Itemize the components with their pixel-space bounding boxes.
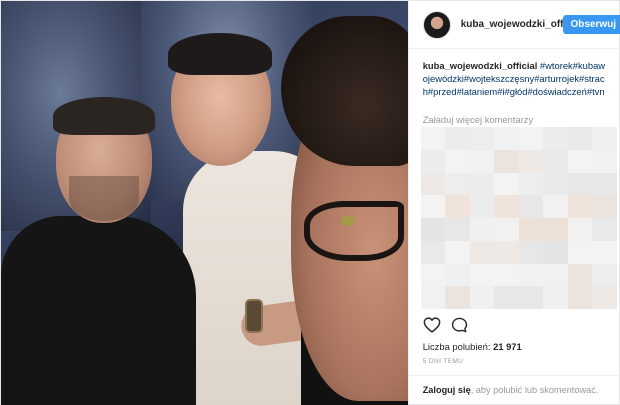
pixelated-tile [420, 195, 446, 218]
left-person-hair [53, 97, 155, 135]
pixelated-tile [567, 195, 593, 218]
load-more-comments-link[interactable]: Załaduj więcej komentarzy [423, 114, 533, 125]
pixelated-tile [592, 172, 617, 196]
pixelated-tile [543, 127, 568, 150]
pixelated-tile [567, 127, 593, 150]
pixelated-tile [567, 172, 593, 196]
pixelated-tile [494, 172, 519, 196]
pixelated-tile [445, 127, 470, 150]
post-photo[interactable] [1, 1, 408, 405]
post-sidebar: kuba_wojewodzki_off Obserwuj kuba_wojewo… [407, 1, 620, 405]
pixelated-tile [494, 195, 519, 218]
wristwatch [245, 299, 263, 333]
pixelated-tile [518, 172, 544, 196]
comment-icon[interactable] [451, 317, 468, 333]
pixelated-tile [420, 240, 446, 264]
pixelated-tile [592, 218, 617, 241]
pixelated-tile [494, 127, 519, 150]
pixelated-tile [445, 263, 470, 287]
pixelated-tile [518, 240, 544, 264]
pixelated-tile [518, 195, 544, 218]
pixelated-tile [592, 195, 617, 218]
pixelated-tile [469, 195, 495, 218]
pixelated-tile [592, 127, 617, 150]
post-caption: kuba_wojewodzki_official #wtorek#kubawoj… [423, 59, 609, 98]
pixelated-tile [420, 149, 446, 173]
pixelated-tile [494, 240, 519, 264]
pixelated-tile [592, 286, 617, 309]
pixelated-tile [494, 286, 519, 309]
pixelated-tile [420, 127, 446, 150]
pixelated-tile [445, 218, 470, 241]
login-prompt-text: , aby polubić lub skomentować. [470, 385, 599, 395]
post-timestamp[interactable]: 5 DNI TEMU [423, 358, 464, 365]
likes-number: 21 971 [493, 341, 522, 352]
pixelated-tile [518, 218, 544, 241]
pixelated-tile [494, 218, 519, 241]
pixelated-tile [420, 286, 446, 309]
likes-count[interactable]: Liczba polubień: 21 971 [423, 341, 522, 352]
left-person-body [1, 216, 196, 405]
pixelated-tile [592, 263, 617, 287]
pixelated-tile [469, 263, 495, 287]
pixelated-tile [494, 263, 519, 287]
pixelated-tile [543, 286, 568, 309]
pixelated-tile [494, 149, 519, 173]
right-person-eye [341, 216, 355, 226]
pixelated-tile [543, 240, 568, 264]
pixelated-tile [567, 240, 593, 264]
pixelated-tile [567, 218, 593, 241]
pixelated-tile [445, 149, 470, 173]
pixelated-tile [469, 172, 495, 196]
pixelated-tile [420, 263, 446, 287]
follow-button[interactable]: Obserwuj [563, 15, 620, 34]
pixelated-tile [592, 149, 617, 173]
avatar[interactable] [422, 10, 451, 39]
pixelated-tile [592, 240, 617, 264]
instagram-post: kuba_wojewodzki_off Obserwuj kuba_wojewo… [0, 0, 620, 405]
pixelated-tile [567, 286, 593, 309]
pixelated-tile [518, 127, 544, 150]
pixelated-tile [543, 263, 568, 287]
pixelated-comments [420, 127, 617, 309]
pixelated-tile [445, 286, 470, 309]
pixelated-tile [420, 218, 446, 241]
pixelated-tile [567, 149, 593, 173]
pixelated-tile [445, 195, 470, 218]
pixelated-tile [543, 149, 568, 173]
pixelated-tile [469, 127, 495, 150]
pixelated-tile [469, 149, 495, 173]
pixelated-tile [469, 286, 495, 309]
left-person-beard [69, 176, 139, 221]
middle-person-hair [168, 33, 272, 75]
pixelated-tile [518, 263, 544, 287]
pixelated-tile [543, 172, 568, 196]
pixelated-tile [469, 218, 495, 241]
pixelated-tile [543, 195, 568, 218]
pixelated-tile [445, 172, 470, 196]
username-link[interactable]: kuba_wojewodzki_off [461, 19, 564, 30]
post-header: kuba_wojewodzki_off Obserwuj [408, 1, 620, 49]
pixelated-tile [445, 240, 470, 264]
pixelated-tile [469, 240, 495, 264]
glasses [304, 201, 404, 261]
login-link[interactable]: Zaloguj się [423, 385, 471, 395]
likes-label: Liczba polubień: [422, 341, 494, 352]
post-actions [423, 317, 468, 333]
pixelated-tile [543, 218, 568, 241]
pixelated-tile [567, 263, 593, 287]
pixelated-tile [518, 286, 544, 309]
caption-author-link[interactable]: kuba_wojewodzki_official [423, 60, 538, 71]
pixelated-tile [420, 172, 446, 196]
pixelated-tile [518, 149, 544, 173]
login-prompt: Zaloguj się, aby polubić lub skomentować… [408, 375, 620, 405]
heart-icon[interactable] [423, 317, 441, 333]
